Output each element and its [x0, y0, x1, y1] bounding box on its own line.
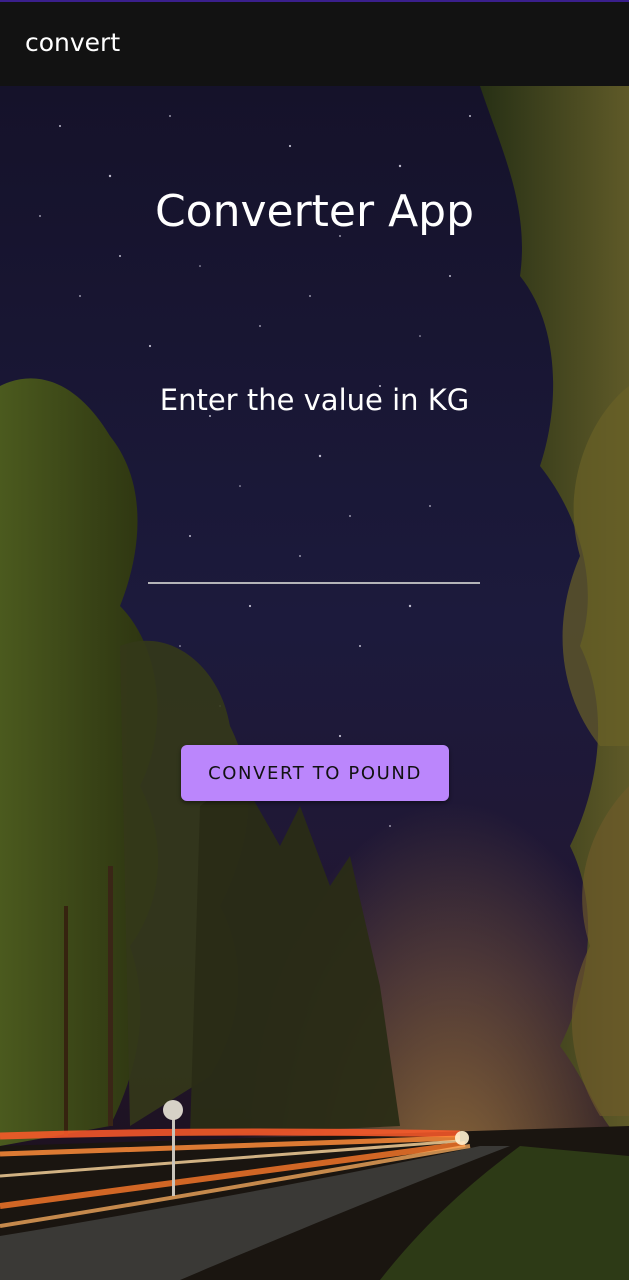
kg-value-input[interactable]	[148, 536, 480, 584]
app-bar-title: convert	[25, 28, 121, 57]
app-screen: convert Converter App Enter the value in…	[0, 0, 629, 1280]
main-content: Converter App Enter the value in KG CONV…	[0, 86, 629, 1280]
app-bar: convert	[0, 2, 629, 86]
convert-to-pound-button[interactable]: CONVERT TO POUND	[181, 745, 449, 801]
kg-input-container	[148, 536, 480, 584]
input-prompt-label: Enter the value in KG	[159, 383, 470, 417]
page-title: Converter App	[154, 186, 475, 237]
